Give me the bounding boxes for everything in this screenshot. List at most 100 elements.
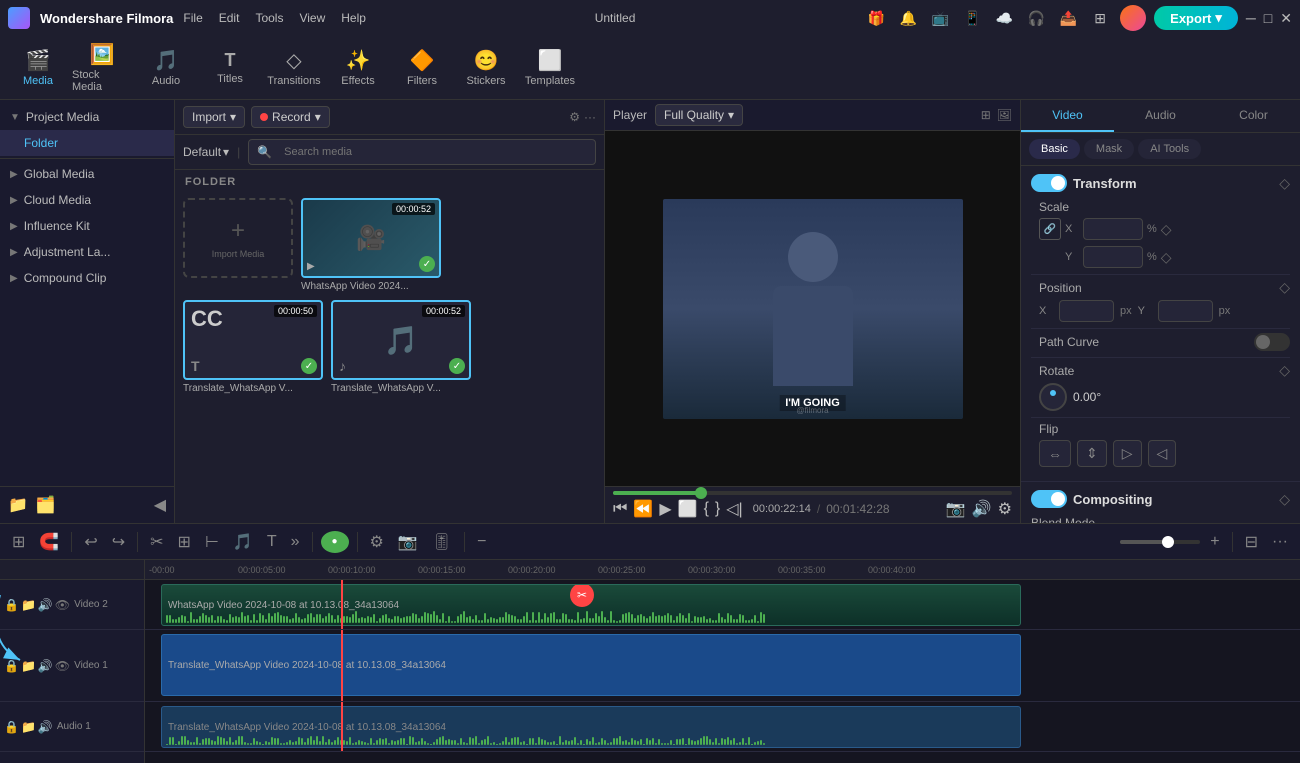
tl-audio-mix-button[interactable]: 🎚 [428,530,456,554]
menu-edit[interactable]: Edit [219,11,240,25]
scale-y-keyframe-icon[interactable]: ◇ [1161,249,1172,266]
tl-redo-button[interactable]: ↪ [108,530,129,554]
tl-text-button[interactable]: T [263,531,281,553]
subtab-basic[interactable]: Basic [1029,139,1080,159]
tl-eye-v2[interactable]: 👁 [55,598,70,612]
menu-view[interactable]: View [299,11,325,25]
snapshot-button[interactable]: 📷 [946,499,966,519]
flip-vertical-button[interactable]: ⇕ [1077,440,1107,467]
tl-split-button[interactable]: ⊢ [201,530,223,554]
path-curve-toggle[interactable] [1254,333,1290,351]
tl-audio-v1[interactable]: 🔊 [38,659,53,673]
rotate-dial[interactable] [1039,383,1067,411]
audio-toggle-button[interactable]: 🔊 [972,499,992,519]
search-input[interactable] [276,143,587,161]
tl-more2-button[interactable]: ··· [1268,531,1292,553]
share-icon[interactable]: 📤 [1056,6,1080,30]
headphone-icon[interactable]: 🎧 [1024,6,1048,30]
phone-icon[interactable]: 📱 [960,6,984,30]
tool-filters[interactable]: 🔶 Filters [392,40,452,96]
tl-lock-v1[interactable]: 🔒 [4,659,19,673]
tl-magnet-icon[interactable]: 🧲 [35,530,63,554]
tl-lock-v2[interactable]: 🔒 [4,598,19,612]
tl-settings-button[interactable]: ⚙ [366,530,388,554]
minimize-button[interactable]: ─ [1246,10,1256,27]
tool-effects[interactable]: ✨ Effects [328,40,388,96]
scale-y-input[interactable]: 100.00 [1083,246,1143,268]
menu-tools[interactable]: Tools [255,11,283,25]
settings-button[interactable]: ⚙ [998,499,1012,519]
transform-keyframe-icon[interactable]: ◇ [1279,175,1290,192]
media-thumb-cc[interactable]: CC T 00:00:50 ✓ [183,300,323,380]
tl-lock-a1[interactable]: 🔒 [4,720,19,734]
tool-audio[interactable]: 🎵 Audio [136,40,196,96]
flip-option-1[interactable]: ▷ [1113,440,1142,467]
rotate-keyframe-icon[interactable]: ◇ [1279,362,1290,379]
pos-x-input[interactable]: 0.00 [1059,300,1114,322]
remove-folder-icon[interactable]: 🗂️ [36,495,56,515]
tl-record-button[interactable]: ● [321,531,349,553]
tool-stickers[interactable]: 😊 Stickers [456,40,516,96]
tl-audio-a1[interactable]: 🔊 [38,720,53,734]
collapse-sidebar-icon[interactable]: ◀ [154,495,166,515]
import-button[interactable]: Import ▾ [183,106,245,128]
tl-audio-v2[interactable]: 🔊 [38,598,53,612]
import-media-placeholder[interactable]: + Import Media [183,198,293,278]
media-thumb-1[interactable]: 🎥 00:00:52 ▶ ✓ [301,198,441,278]
sidebar-item-adjustment[interactable]: ▶ Adjustment La... [0,239,174,265]
stop-button[interactable]: ⬜ [678,499,698,519]
fullscreen-icon[interactable]: 🖼 [997,108,1012,122]
tool-transitions[interactable]: ◇ Transitions [264,40,324,96]
pos-y-input[interactable]: 0.00 [1158,300,1213,322]
default-filter-button[interactable]: Default ▾ [183,145,229,159]
more-options-icon[interactable]: ··· [584,110,596,124]
monitor-icon[interactable]: 📺 [928,6,952,30]
subtab-ai-tools[interactable]: AI Tools [1138,139,1201,159]
compositing-toggle[interactable] [1031,490,1067,508]
scale-x-input[interactable]: 100.00 [1083,218,1143,240]
subtab-mask[interactable]: Mask [1084,139,1134,159]
tl-cut-icon[interactable]: ✂ [570,584,594,607]
tl-minus-button[interactable]: − [473,531,490,553]
go-in-button[interactable]: ◁| [726,499,742,519]
tl-clip-audio1[interactable]: Translate_WhatsApp Video 2024-10-08 at 1… [161,706,1021,748]
tl-plus-button[interactable]: + [1206,531,1223,553]
tl-folder-v2[interactable]: 📁 [21,598,36,612]
tool-titles[interactable]: T Titles [200,40,260,96]
tab-color[interactable]: Color [1207,100,1300,132]
sidebar-item-cloud-media[interactable]: ▶ Cloud Media [0,187,174,213]
export-button[interactable]: Export ▾ [1154,6,1238,30]
menu-file[interactable]: File [183,11,202,25]
tool-templates[interactable]: ⬜ Templates [520,40,580,96]
tl-clip-video1[interactable]: Translate_WhatsApp Video 2024-10-08 at 1… [161,634,1021,696]
progress-knob[interactable] [695,487,707,499]
progress-bar[interactable] [613,491,1012,495]
tl-audio-button[interactable]: 🎵 [229,530,257,554]
menu-help[interactable]: Help [341,11,366,25]
position-keyframe-icon[interactable]: ◇ [1279,279,1290,296]
grid-icon[interactable]: ⊞ [1088,6,1112,30]
mark-out-button[interactable]: } [715,500,720,518]
tl-camera-button[interactable]: 📷 [394,530,422,554]
tab-audio[interactable]: Audio [1114,100,1207,132]
maximize-button[interactable]: □ [1264,10,1272,27]
add-folder-icon[interactable]: 📁 [8,495,28,515]
tl-zoom-knob[interactable] [1162,536,1174,548]
flip-horizontal-button[interactable]: ⇔ [1039,440,1071,467]
close-button[interactable]: ✕ [1280,10,1292,27]
go-start-button[interactable]: ⏮ [613,500,627,518]
tool-stock-media[interactable]: 🖼️ Stock Media [72,40,132,96]
cloud-icon[interactable]: ☁️ [992,6,1016,30]
user-avatar[interactable] [1120,5,1146,31]
flip-option-2[interactable]: ◁ [1148,440,1177,467]
tl-crop-button[interactable]: ⊞ [174,530,195,554]
media-thumb-audio[interactable]: 🎵 ♪ 00:00:52 ✓ [331,300,471,380]
tl-group-icon[interactable]: ⊞ [8,530,29,554]
quality-button[interactable]: Full Quality ▾ [655,104,743,126]
tl-zoom-bar[interactable] [1120,540,1200,544]
step-back-button[interactable]: ⏪ [633,499,653,519]
grid-view-icon[interactable]: ⊞ [981,108,991,122]
tl-layout-button[interactable]: ⊟ [1241,530,1262,554]
sidebar-item-influence-kit[interactable]: ▶ Influence Kit [0,213,174,239]
scale-link-icon[interactable]: 🔗 [1039,218,1061,240]
